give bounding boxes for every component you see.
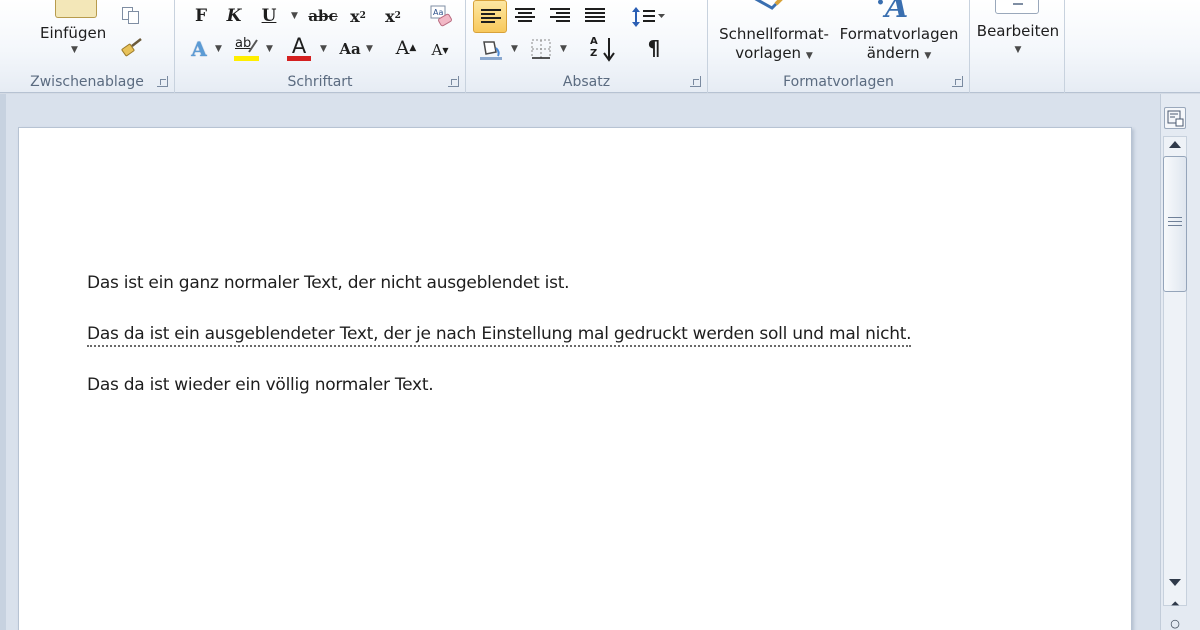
shading-dropdown-icon[interactable]: ▼ xyxy=(511,44,518,54)
change-styles-line1: Formatvorlagen xyxy=(839,25,959,43)
line-spacing-icon xyxy=(632,7,665,27)
change-styles-button[interactable]: Formatvorlagen ändern ▼ xyxy=(836,25,962,66)
shading-button[interactable] xyxy=(478,36,506,62)
paragraph-launcher-icon[interactable] xyxy=(690,76,701,87)
borders-icon xyxy=(531,39,551,59)
superscript-mark: 2 xyxy=(394,11,401,21)
shrink-font-glyph: A xyxy=(431,41,443,59)
view-ruler-button[interactable] xyxy=(1164,107,1186,129)
underline-button[interactable]: U xyxy=(258,3,280,29)
font-color-swatch xyxy=(287,56,311,61)
scroll-thumb[interactable] xyxy=(1163,156,1187,292)
svg-text:Aa: Aa xyxy=(433,8,443,17)
grow-arrow-icon: ▲ xyxy=(409,43,417,53)
quick-styles-icon xyxy=(752,0,792,14)
align-right-icon xyxy=(550,8,570,24)
sort-arrow-icon xyxy=(603,38,615,62)
styles-group-label: Formatvorlagen xyxy=(783,74,894,90)
superscript-glyph: x xyxy=(385,6,395,26)
paragraph-normal-1[interactable]: Das ist ein ganz normaler Text, der nich… xyxy=(87,273,570,293)
justify-icon xyxy=(585,8,605,24)
clipboard-group: Einfügen ▼ Zwischenablage xyxy=(0,0,175,93)
paint-bucket-icon xyxy=(480,41,502,60)
scroll-up-icon[interactable] xyxy=(1169,141,1181,148)
quick-styles-line2: vorlagen ▼ xyxy=(735,44,813,62)
font-group-label: Schriftart xyxy=(287,74,353,90)
paragraph-normal-2[interactable]: Das da ist wieder ein völlig normaler Te… xyxy=(87,375,434,395)
paragraph-hidden-text[interactable]: Das da ist ein ausgeblendeter Text, der … xyxy=(87,324,912,347)
change-styles-line2: ändern ▼ xyxy=(866,44,932,62)
previous-page-icon[interactable]: ⏶ xyxy=(1164,597,1186,617)
shrink-arrow-icon: ▼ xyxy=(442,45,449,55)
subscript-glyph: x xyxy=(350,6,360,26)
scroll-grip-line xyxy=(1168,217,1182,218)
editing-label: Bearbeiten xyxy=(976,22,1060,40)
subscript-mark: 2 xyxy=(359,11,366,21)
paste-dropdown-icon[interactable]: ▼ xyxy=(71,45,78,55)
select-browse-object-icon[interactable]: ○ xyxy=(1164,617,1186,630)
clipboard-launcher-icon[interactable] xyxy=(157,76,168,87)
underline-dropdown-icon[interactable]: ▼ xyxy=(291,11,298,21)
line-spacing-button[interactable] xyxy=(630,4,668,30)
sort-button[interactable]: AZ xyxy=(588,36,618,62)
show-formatting-button[interactable]: ¶ xyxy=(643,35,665,61)
scroll-grip-line xyxy=(1168,225,1182,226)
highlight-dropdown-icon[interactable]: ▼ xyxy=(266,44,273,54)
grow-font-glyph: A xyxy=(395,37,410,59)
clear-formatting-icon[interactable]: Aa xyxy=(428,4,454,28)
sort-label: AZ xyxy=(590,36,598,59)
copy-icon[interactable] xyxy=(122,7,142,24)
grow-font-button[interactable]: A ▲ xyxy=(395,35,417,61)
align-center-button[interactable] xyxy=(508,0,542,33)
format-painter-icon[interactable] xyxy=(121,36,145,60)
find-icon xyxy=(995,0,1039,14)
align-left-icon xyxy=(481,9,501,25)
text-effects-button[interactable]: A xyxy=(186,36,212,62)
quick-styles-line1: Schnellformat- xyxy=(719,25,829,43)
paste-icon[interactable] xyxy=(55,0,97,18)
strikethrough-button[interactable]: abc xyxy=(308,3,337,29)
editing-button[interactable]: Bearbeiten ▼ xyxy=(972,22,1064,60)
subscript-button[interactable]: x2 xyxy=(346,3,370,29)
superscript-button[interactable]: x2 xyxy=(381,3,405,29)
highlight-color-swatch xyxy=(234,56,259,61)
align-right-button[interactable] xyxy=(543,0,577,33)
borders-button[interactable] xyxy=(530,38,554,60)
borders-dropdown-icon[interactable]: ▼ xyxy=(560,44,567,54)
ribbon: Einfügen ▼ Zwischenablage Schriftart F K… xyxy=(0,0,1200,93)
align-center-icon xyxy=(515,8,535,24)
change-case-button[interactable]: Aa xyxy=(337,36,363,62)
shrink-font-button[interactable]: A ▼ xyxy=(430,37,450,63)
italic-button[interactable]: K xyxy=(223,3,245,29)
align-left-button[interactable] xyxy=(473,0,507,33)
font-launcher-icon[interactable] xyxy=(448,76,459,87)
scroll-down-icon[interactable] xyxy=(1169,579,1181,586)
change-styles-icon: •A xyxy=(876,0,909,25)
text-effects-dropdown-icon[interactable]: ▼ xyxy=(215,44,222,54)
editing-dropdown-icon: ▼ xyxy=(1014,45,1022,55)
paragraph-group-label: Absatz xyxy=(562,74,611,90)
styles-launcher-icon[interactable] xyxy=(952,76,963,87)
scroll-grip-line xyxy=(1168,221,1182,222)
ruler-icon xyxy=(1167,110,1184,127)
change-case-dropdown-icon[interactable]: ▼ xyxy=(366,44,373,54)
document-page[interactable]: Das ist ein ganz normaler Text, der nich… xyxy=(18,127,1132,630)
justify-button[interactable] xyxy=(578,0,612,33)
paste-button[interactable]: Einfügen xyxy=(40,24,106,42)
bold-button[interactable]: F xyxy=(190,3,212,29)
clipboard-group-label: Zwischenablage xyxy=(30,74,144,90)
quick-styles-button[interactable]: Schnellformat- vorlagen ▼ xyxy=(712,25,836,66)
font-color-dropdown-icon[interactable]: ▼ xyxy=(320,44,327,54)
